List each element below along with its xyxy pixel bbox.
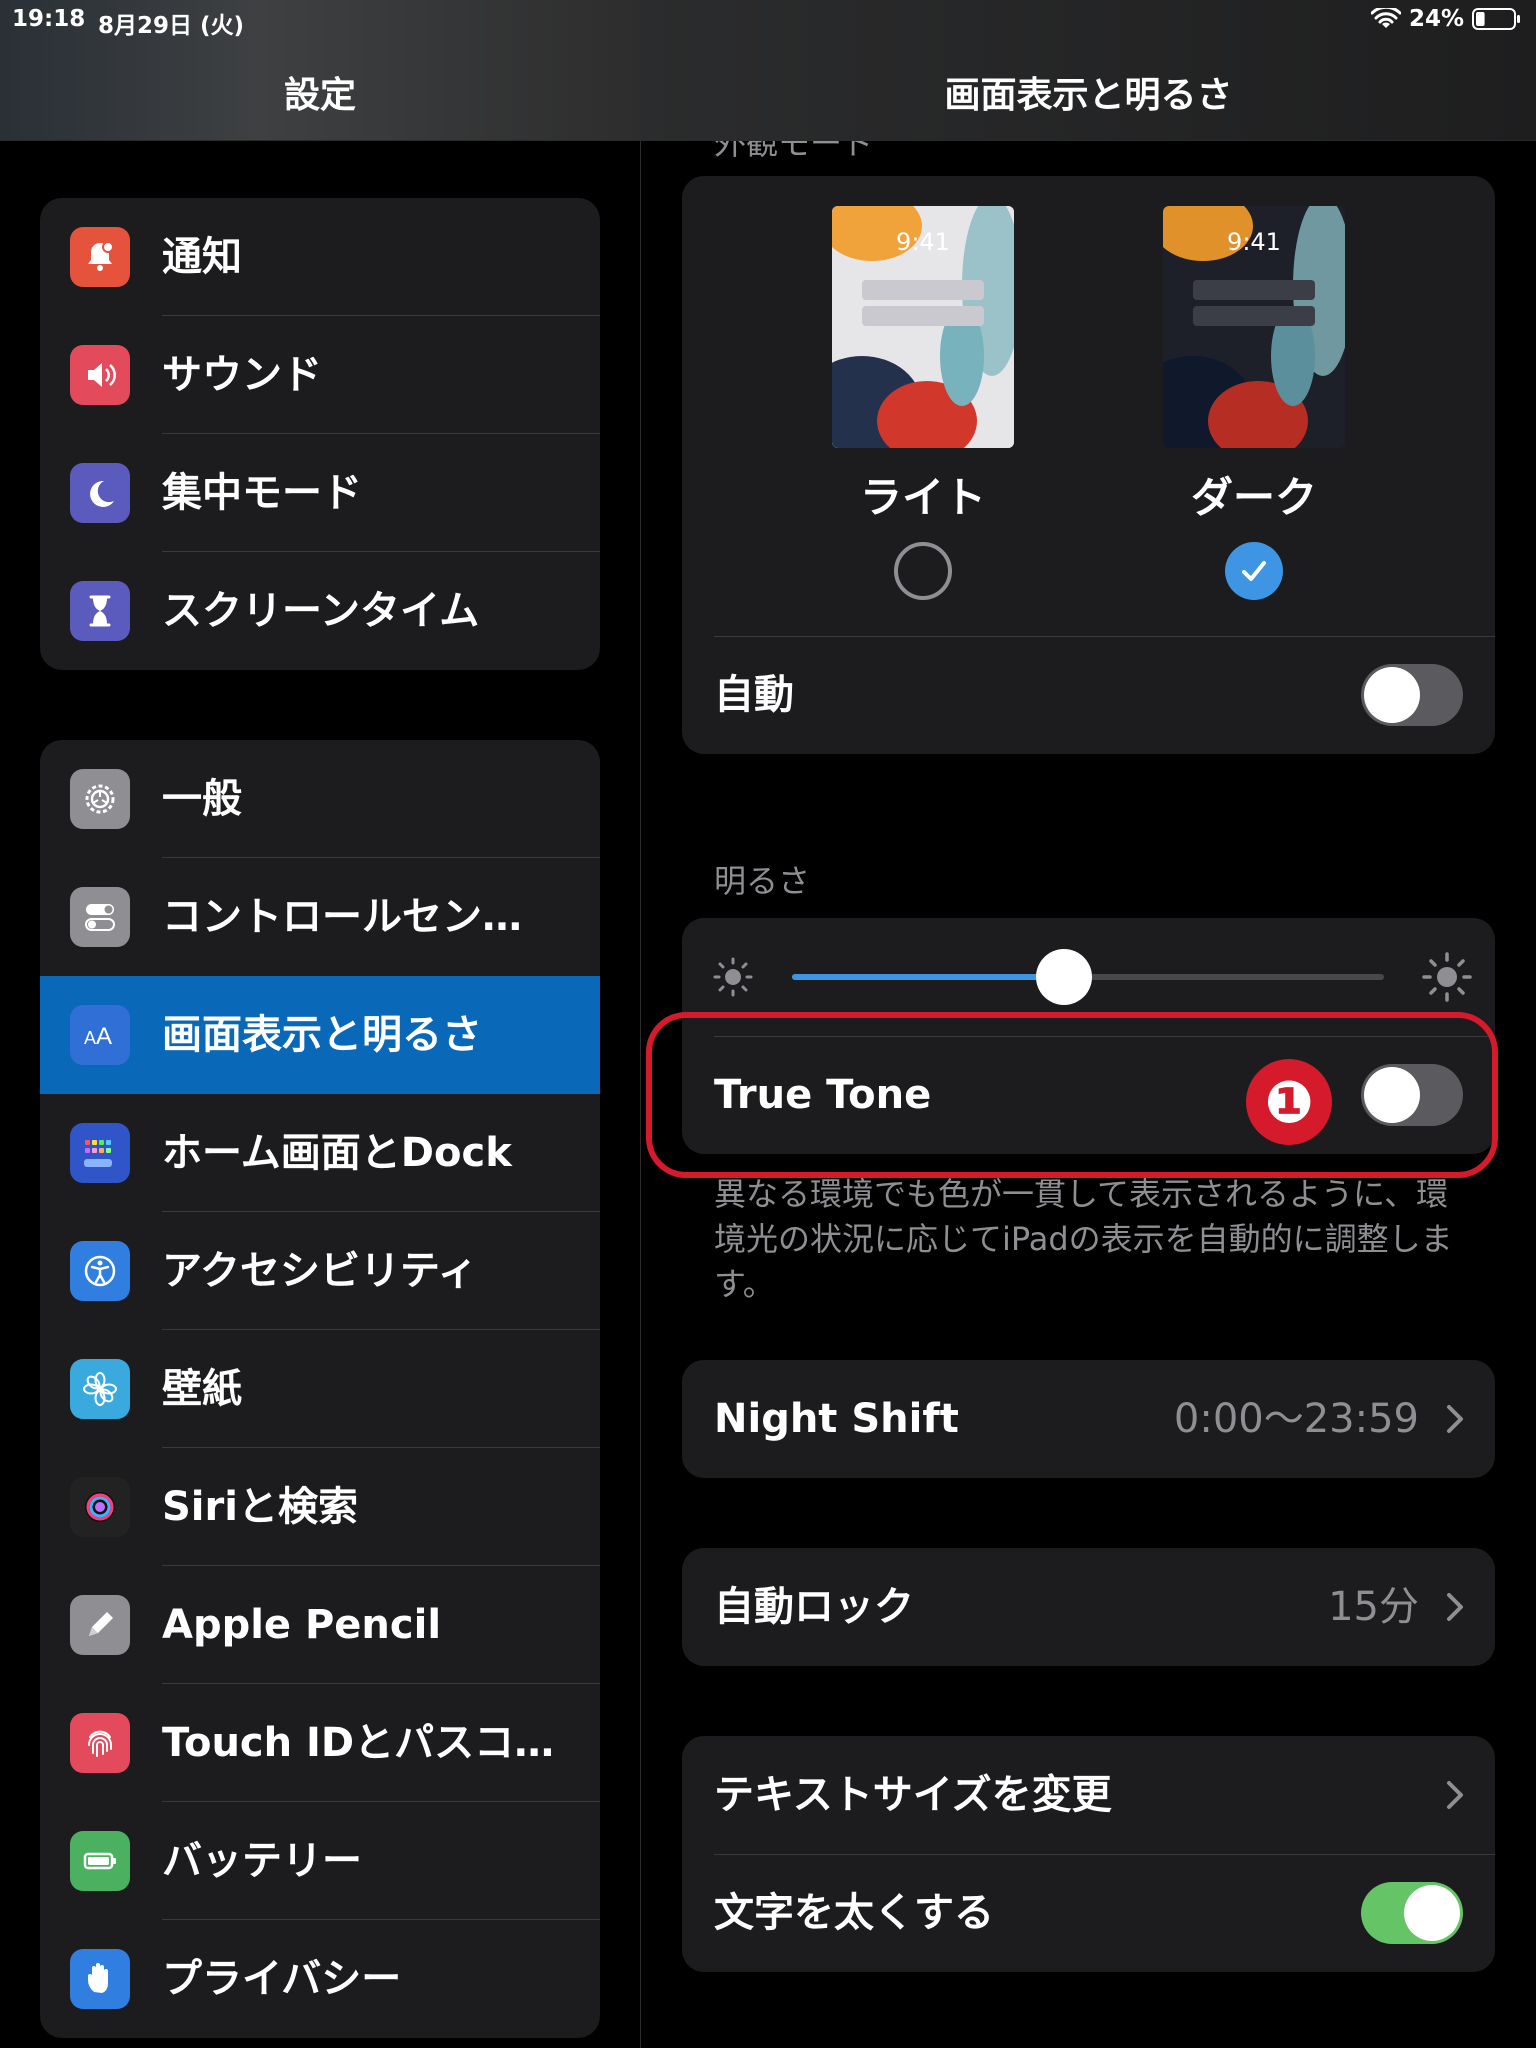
- sidebar-item[interactable]: ホーム画面とDock: [40, 1094, 600, 1212]
- chevron-right-icon: [1447, 1593, 1463, 1621]
- dark-preview-time: 9:41: [1227, 228, 1281, 256]
- sidebar-group-2: 一般コントロールセン… A A 画面表示と明るさ ホーム画面とDock アクセシビリティ壁…: [40, 740, 600, 2038]
- moon-icon: [70, 463, 130, 523]
- sidebar-item[interactable]: スクリーンタイム: [40, 552, 600, 670]
- accessibility-icon: [70, 1241, 130, 1301]
- sidebar-item[interactable]: 壁紙: [40, 1330, 600, 1448]
- chevron-right-icon: [1447, 1781, 1463, 1809]
- sidebar-title: 設定: [283, 75, 356, 116]
- toggles-icon: [70, 887, 130, 947]
- text-size-row[interactable]: テキストサイズを変更: [682, 1736, 1495, 1854]
- text-size-icon: AA: [70, 1005, 130, 1065]
- bold-text-row[interactable]: 文字を太くする: [682, 1854, 1495, 1972]
- sidebar-item[interactable]: Apple Pencil: [40, 1566, 600, 1684]
- sidebar-item[interactable]: Siriと検索: [40, 1448, 600, 1566]
- bold-text-toggle[interactable]: [1361, 1882, 1463, 1944]
- brightness-slider-knob[interactable]: [1036, 949, 1093, 1005]
- auto-appearance-row[interactable]: 自動: [682, 636, 1495, 754]
- light-preview-time: 9:41: [896, 228, 950, 256]
- step-badge: ❶: [1246, 1059, 1332, 1145]
- night-shift-value: 0:00〜23:59: [1173, 1396, 1419, 1442]
- sidebar-item[interactable]: Touch IDとパスコ…: [40, 1684, 600, 1802]
- status-date: 8月29日 (火): [98, 13, 245, 39]
- sidebar-item-label: バッテリー: [162, 1838, 362, 1884]
- sidebar-item-label: 通知: [162, 234, 242, 280]
- svg-text:A: A: [96, 1023, 112, 1050]
- sidebar-item-label: Apple Pencil: [162, 1602, 442, 1648]
- dark-mode-radio[interactable]: [1225, 542, 1283, 600]
- bell-icon: [70, 227, 130, 287]
- brightness-high-icon: [1422, 952, 1472, 1002]
- auto-lock-value: 15分: [1328, 1584, 1419, 1630]
- sidebar-item-label: サウンド: [162, 352, 322, 398]
- text-card: テキストサイズを変更 文字を太くする: [682, 1736, 1495, 1972]
- auto-appearance-label: 自動: [714, 672, 794, 718]
- hand-icon: [70, 1949, 130, 2009]
- sidebar-item-label: 一般: [162, 776, 242, 822]
- brightness-slider-fill: [792, 974, 1065, 980]
- sidebar-item[interactable]: 通知: [40, 198, 600, 316]
- appearance-card: 9:41 9:41 ライト ダーク 自動: [682, 176, 1495, 754]
- sidebar-item-label: 画面表示と明るさ: [162, 1012, 482, 1058]
- dark-mode-preview[interactable]: 9:41: [1163, 206, 1345, 448]
- status-right: 24%: [1370, 6, 1522, 32]
- svg-text:A: A: [84, 1028, 96, 1048]
- pencil-icon: [70, 1595, 130, 1655]
- light-mode-label: ライト: [859, 473, 986, 522]
- sidebar-item-label: スクリーンタイム: [162, 588, 480, 634]
- night-shift-card: Night Shift 0:00〜23:59: [682, 1360, 1495, 1478]
- sidebar-item[interactable]: コントロールセン…: [40, 858, 600, 976]
- fingerprint-icon: [70, 1713, 130, 1773]
- status-time: 19:18: [12, 6, 86, 32]
- text-size-label: テキストサイズを変更: [714, 1772, 1112, 1818]
- brightness-low-icon: [713, 957, 753, 997]
- brightness-section-label: 明るさ: [714, 862, 811, 900]
- battery-icon: [1472, 8, 1520, 30]
- true-tone-highlight: [646, 1012, 1498, 1178]
- sidebar-item-label: アクセシビリティ: [162, 1248, 478, 1294]
- sidebar: 設定 通知サウンド集中モードスクリーンタイム 一般コントロールセン… A A 画面表示と…: [0, 0, 640, 2048]
- battery-icon: [70, 1831, 130, 1891]
- wifi-icon: [1370, 8, 1401, 28]
- sidebar-item-label: ホーム画面とDock: [162, 1130, 512, 1176]
- siri-icon: [70, 1477, 130, 1537]
- light-mode-preview[interactable]: 9:41: [832, 206, 1014, 448]
- night-shift-row[interactable]: Night Shift 0:00〜23:59: [682, 1360, 1495, 1478]
- sidebar-group-1: 通知サウンド集中モードスクリーンタイム: [40, 198, 600, 670]
- night-shift-label: Night Shift: [714, 1396, 959, 1442]
- status-bar: 19:18 8月29日 (火) 24%: [0, 0, 1536, 40]
- toggle-knob: [1404, 1885, 1460, 1941]
- sidebar-item-label: Touch IDとパスコ…: [162, 1720, 555, 1766]
- sidebar-item[interactable]: プライバシー: [40, 1920, 600, 2038]
- speaker-icon: [70, 345, 130, 405]
- battery-percent: 24%: [1408, 6, 1464, 32]
- dark-mode-label: ダーク: [1190, 473, 1317, 522]
- auto-lock-row[interactable]: 自動ロック 15分: [682, 1548, 1495, 1666]
- bold-text-label: 文字を太くする: [714, 1890, 994, 1936]
- sidebar-item-label: プライバシー: [162, 1956, 402, 2002]
- auto-appearance-toggle[interactable]: [1361, 664, 1463, 726]
- sidebar-item[interactable]: 集中モード: [40, 434, 600, 552]
- hourglass-icon: [70, 581, 130, 641]
- home-grid-icon: [70, 1123, 130, 1183]
- sidebar-item[interactable]: バッテリー: [40, 1802, 600, 1920]
- sidebar-item-label: 壁紙: [162, 1366, 242, 1412]
- sidebar-item-label: 集中モード: [162, 470, 362, 516]
- chevron-right-icon: [1447, 1405, 1463, 1433]
- gear-icon: [70, 769, 130, 829]
- checkmark-icon: [1242, 561, 1266, 581]
- sidebar-item-label: コントロールセン…: [162, 894, 522, 940]
- flower-icon: [70, 1359, 130, 1419]
- auto-lock-label: 自動ロック: [714, 1584, 914, 1630]
- sidebar-item[interactable]: アクセシビリティ: [40, 1212, 600, 1330]
- toggle-knob: [1364, 667, 1420, 723]
- detail-title: 画面表示と明るさ: [944, 75, 1233, 116]
- true-tone-footer: 異なる環境でも色が一貫して表示されるように、環境光の状況に応じてiPadの表示を…: [714, 1175, 1453, 1303]
- sidebar-item[interactable]: サウンド: [40, 316, 600, 434]
- sidebar-item[interactable]: A A 画面表示と明るさ: [40, 976, 600, 1094]
- sidebar-item[interactable]: 一般: [40, 740, 600, 858]
- auto-lock-card: 自動ロック 15分: [682, 1548, 1495, 1666]
- light-mode-radio[interactable]: [894, 542, 952, 600]
- sidebar-item-label: Siriと検索: [162, 1484, 358, 1530]
